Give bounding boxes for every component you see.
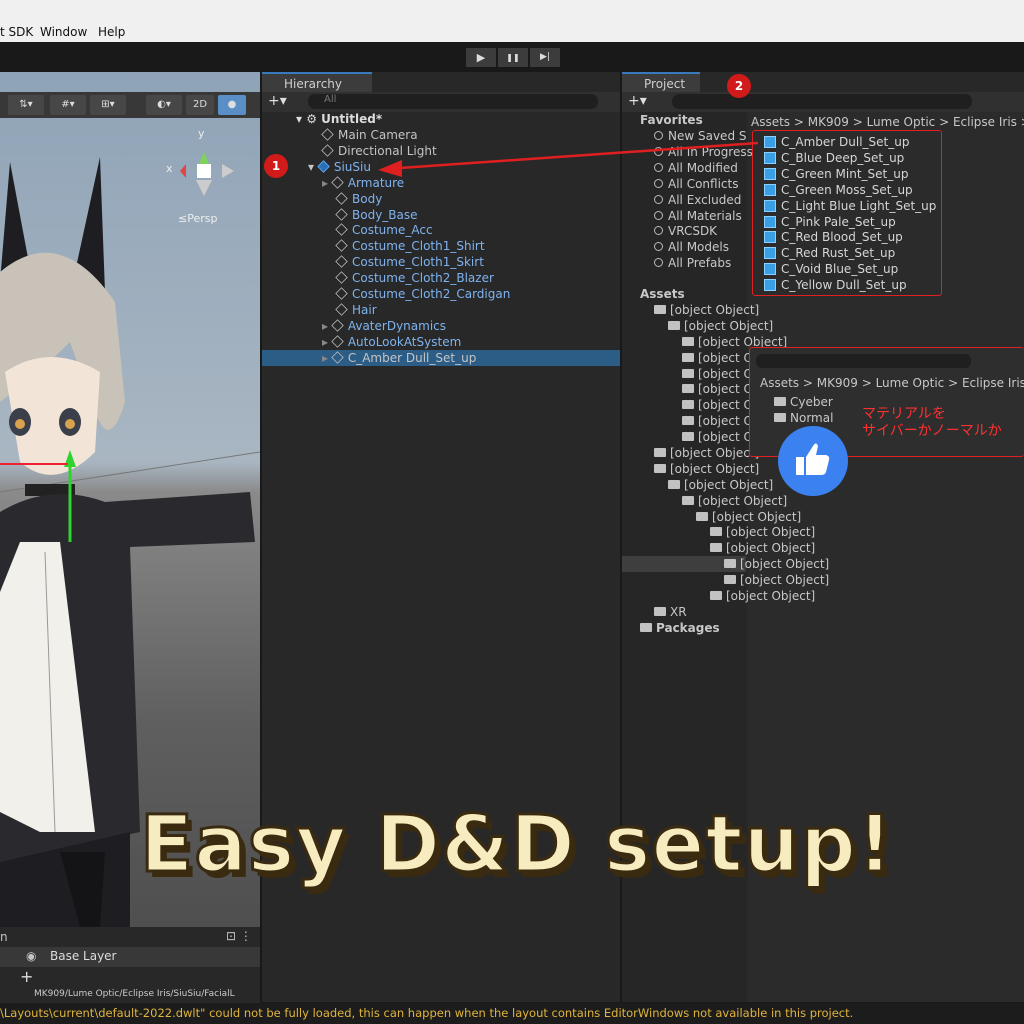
animator-path: MK909/Lume Optic/Eclipse Iris/SiuSiu/Fac… [34, 989, 235, 999]
eye-icon[interactable]: ◉ [26, 949, 36, 963]
layer-name: Base Layer [50, 949, 117, 963]
step-badge-2: 2 [727, 74, 751, 98]
lock-icon[interactable]: ⊡ ⋮ [226, 929, 252, 943]
add-layer-button[interactable]: + [20, 967, 33, 986]
animator-panel: n ⊡ ⋮ ◉ Base Layer + MK909/Lume Optic/Ec… [0, 927, 260, 1003]
caption-overlay: Easy D&D setup! [139, 799, 895, 892]
animator-tab[interactable]: n [0, 930, 8, 944]
step-badge-1: 1 [264, 154, 288, 178]
status-bar[interactable]: \Layouts\current\default-2022.dwlt" coul… [0, 1003, 1024, 1024]
layer-row[interactable]: ◉ Base Layer [0, 947, 260, 967]
